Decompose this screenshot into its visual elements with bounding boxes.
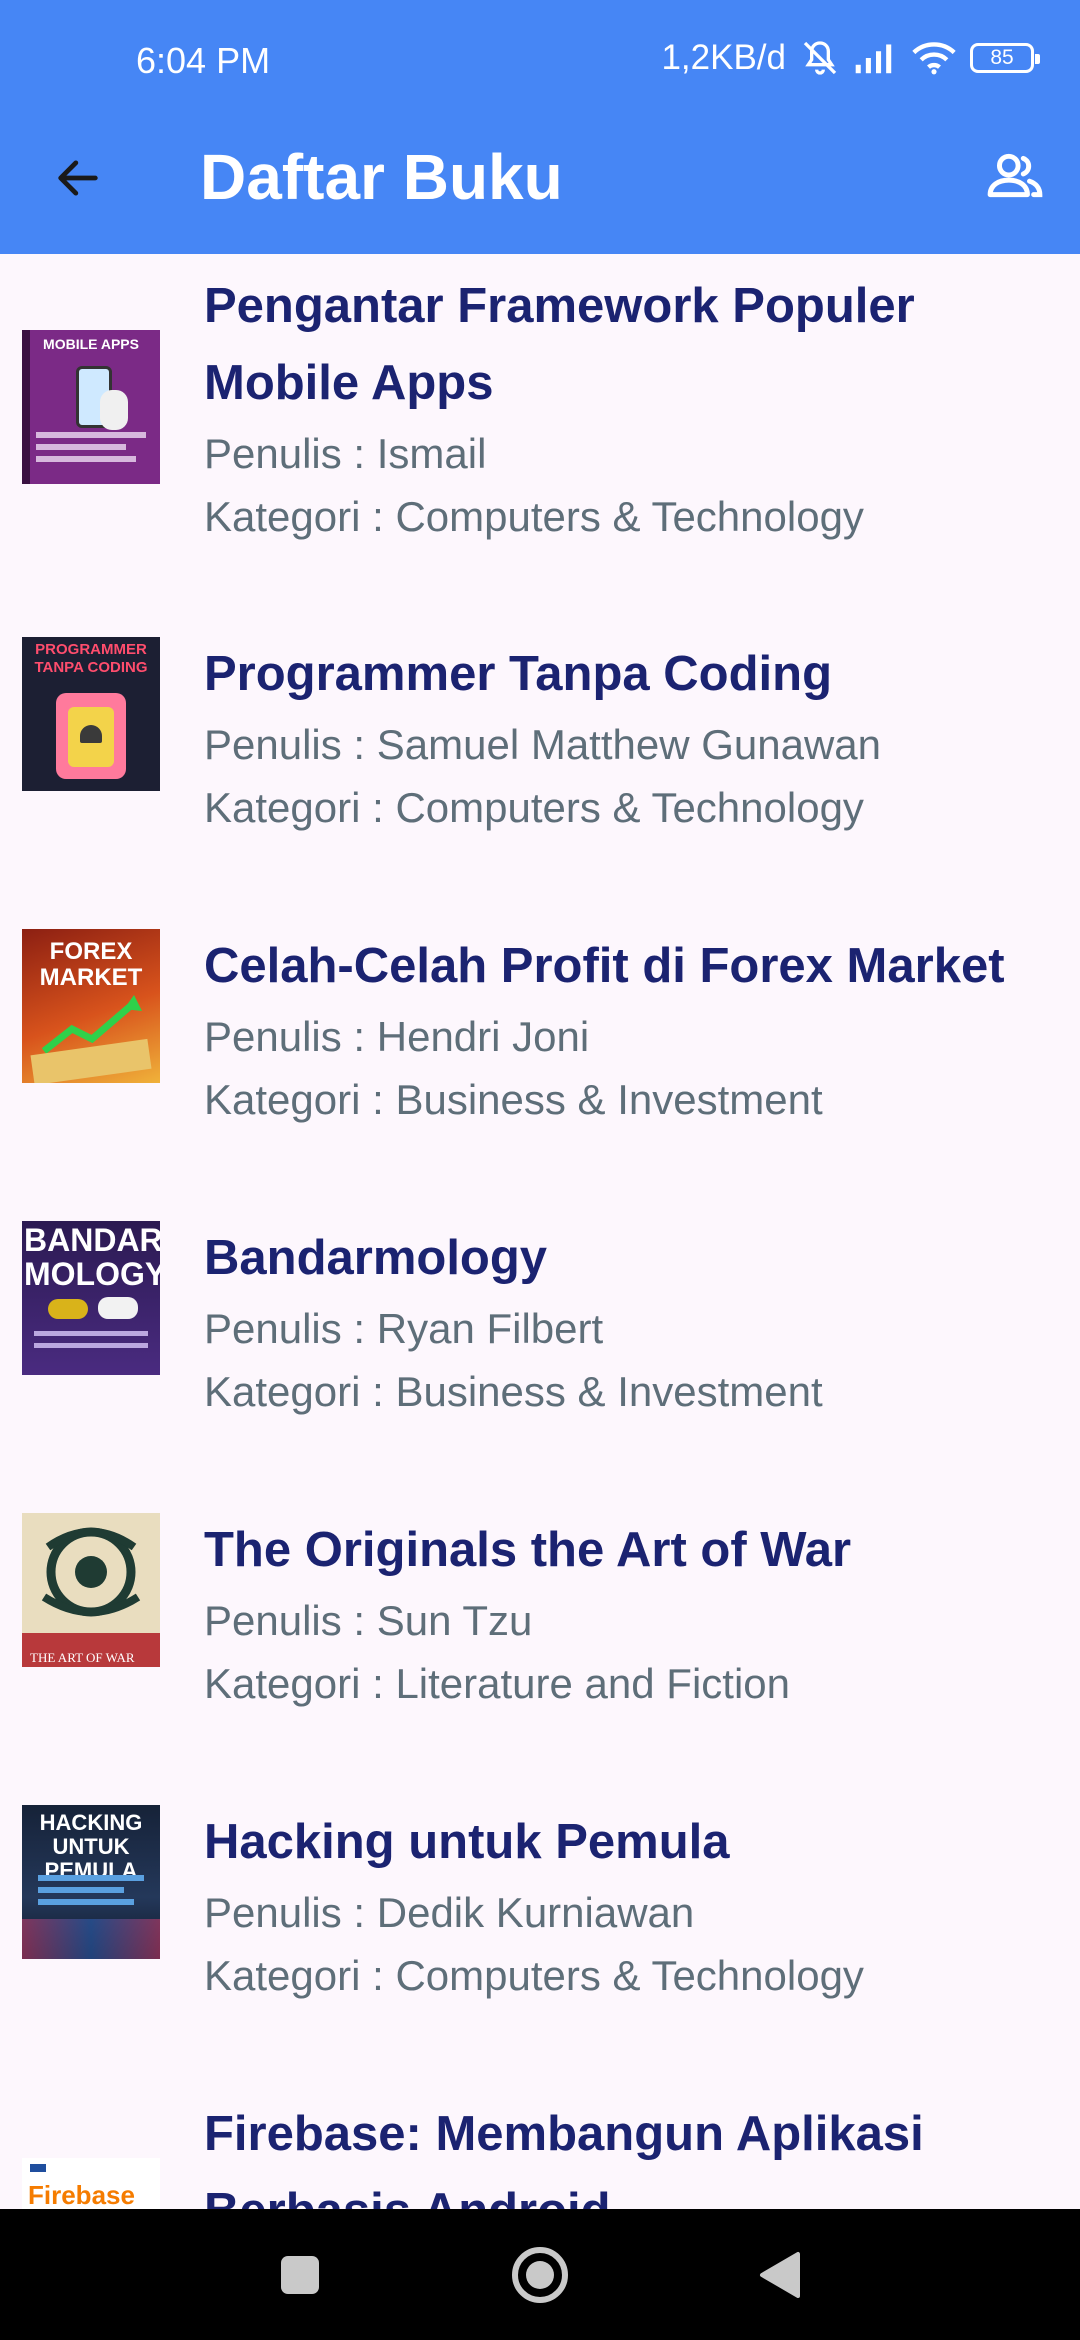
recents-square-icon [278,2253,322,2302]
cover-title: HACKING UNTUK PEMULA [39,1810,143,1883]
cover-title: BANDAR MOLOGY [24,1222,160,1292]
book-cover: MOBILE APPS [22,330,160,484]
book-cover: FOREX MARKET [22,929,160,1083]
book-cover: HACKING UNTUK PEMULA [22,1805,160,1959]
status-indicators: 1,2KB/d 85 [661,38,1040,78]
book-info: Hacking untuk Pemula Penulis : Dedik Kur… [204,1804,1066,2007]
book-cover: THE ART OF WAR [22,1513,160,1667]
book-list[interactable]: MOBILE APPS Pengantar Framework Populer … [0,254,1080,2209]
signal-icon [854,41,898,75]
book-info: Celah-Celah Profit di Forex Market Penul… [204,928,1066,1131]
arrow-left-icon [52,152,104,209]
book-info: Bandarmology Penulis : Ryan Filbert Kate… [204,1220,1066,1423]
cover-title: Firebase [28,2180,135,2209]
book-title: Hacking untuk Pemula [204,1815,730,1869]
book-title: Firebase: Membangun Aplikasi Berbasis An… [204,2107,924,2209]
page-title: Daftar Buku [200,141,563,213]
book-category: Kategori : Computers & Technology [204,493,864,540]
back-button[interactable] [48,150,108,210]
profile-button[interactable] [980,146,1050,210]
book-category: Kategori : Business & Investment [204,1076,823,1123]
book-title: Pengantar Framework Populer Mobile Apps [204,279,915,410]
cover-title: PROGRAMMER TANPA CODING [34,641,148,676]
network-speed: 1,2KB/d [661,38,786,77]
book-title: The Originals the Art of War [204,1523,852,1577]
book-list-item[interactable]: FOREX MARKET Celah-Celah Profit di Forex… [0,928,1080,1128]
book-author: Penulis : Samuel Matthew Gunawan [204,721,882,768]
back-triangle-icon [758,2250,802,2305]
book-author: Penulis : Hendri Joni [204,1013,590,1060]
home-button[interactable] [500,2237,580,2317]
book-info: The Originals the Art of War Penulis : S… [204,1512,1066,1715]
book-category: Kategori : Literature and Fiction [204,1660,790,1707]
book-author: Penulis : Sun Tzu [204,1597,533,1644]
cover-title: THE ART OF WAR [30,1650,135,1665]
book-info: Programmer Tanpa Coding Penulis : Samuel… [204,636,1066,839]
cover-title: FOREX MARKET [39,938,143,991]
book-title: Programmer Tanpa Coding [204,647,833,701]
book-author: Penulis : Dedik Kurniawan [204,1889,695,1936]
people-icon [986,151,1044,206]
book-author: Penulis : Ismail [204,430,487,477]
status-time: 6:04 PM [136,40,271,81]
recents-button[interactable] [260,2237,340,2317]
status-bar: 6:04 PM 1,2KB/d 85 [0,0,1080,120]
home-circle-icon [510,2245,570,2310]
book-category: Kategori : Computers & Technology [204,784,864,831]
wifi-icon [912,41,956,75]
back-nav-button[interactable] [740,2237,820,2317]
bell-muted-icon [800,38,840,78]
cover-title: MOBILE APPS [43,336,139,352]
system-nav-bar [0,2209,1080,2340]
book-cover: Firebase [22,2158,160,2209]
book-list-item[interactable]: HACKING UNTUK PEMULA Hacking untuk Pemul… [0,1804,1080,2004]
book-info: Firebase: Membangun Aplikasi Berbasis An… [204,2096,1066,2209]
book-title: Bandarmology [204,1231,548,1285]
book-info: Pengantar Framework Populer Mobile Apps … [204,268,1066,548]
book-list-item[interactable]: THE ART OF WAR The Originals the Art of … [0,1512,1080,1712]
battery-level: 85 [990,46,1014,69]
book-author: Penulis : Ryan Filbert [204,1305,604,1352]
book-cover: BANDAR MOLOGY [22,1221,160,1375]
book-title: Celah-Celah Profit di Forex Market [204,939,1005,993]
book-cover: PROGRAMMER TANPA CODING [22,637,160,791]
book-list-item[interactable]: MOBILE APPS Pengantar Framework Populer … [0,268,1080,564]
book-category: Kategori : Computers & Technology [204,1952,864,1999]
book-list-item[interactable]: PROGRAMMER TANPA CODING Programmer Tanpa… [0,636,1080,836]
book-category: Kategori : Business & Investment [204,1368,823,1415]
battery-icon: 85 [970,43,1040,73]
book-list-item[interactable]: Firebase Firebase: Membangun Aplikasi Be… [0,2096,1080,2209]
book-list-item[interactable]: BANDAR MOLOGY Bandarmology Penulis : Rya… [0,1220,1080,1420]
